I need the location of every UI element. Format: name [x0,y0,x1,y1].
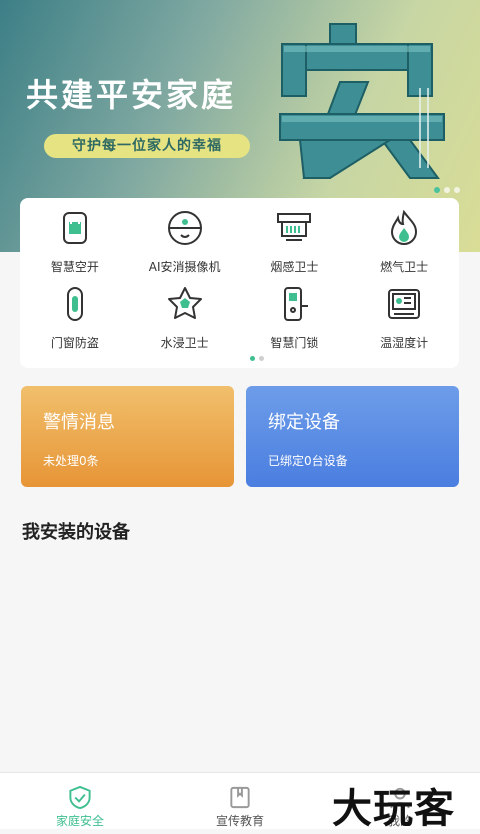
device-label: 烟感卫士 [270,260,319,274]
bind-device-card[interactable]: 绑定设备 已绑定0台设备 [246,386,459,487]
device-item-smart-lock[interactable]: 智慧门锁 [240,282,350,354]
alarm-card-title: 警情消息 [43,412,115,433]
tab-label: 家庭安全 [55,814,104,828]
grid-page-dot [259,356,264,361]
banner-illustration [279,23,445,179]
bind-card-subtitle: 已绑定0台设备 [268,454,348,468]
device-grid-pager [250,356,264,361]
device-item-ai-camera[interactable]: AI安消摄像机 [130,206,240,278]
banner-slogan: 守护每一位家人的幸福 [44,134,250,158]
device-item-smoke[interactable]: 烟感卫士 [240,206,350,278]
device-item-breaker[interactable]: 智慧空开 [20,206,130,278]
tab-home-safety[interactable]: 家庭安全 [20,773,140,829]
shield-check-icon [69,785,91,810]
device-grid: 智慧空开 AI安消摄像机 烟感卫士 燃气卫士 门窗防盗 水浸卫士 智慧门锁 温湿… [20,206,459,354]
smoke-detector-icon [277,213,312,241]
device-label: 水浸卫士 [160,336,209,350]
book-icon [230,786,250,809]
watermark-logo: 大玩客 [332,785,455,832]
device-item-water-leak[interactable]: 水浸卫士 [130,282,240,354]
camera-icon [167,211,202,245]
banner-pager [434,187,460,193]
device-item-gas[interactable]: 燃气卫士 [349,206,459,278]
banner-dot [434,187,440,193]
water-leak-icon [167,287,202,319]
device-label: 智慧空开 [50,260,99,274]
thermo-hygrometer-icon [388,289,421,319]
smart-lock-icon [284,287,309,321]
bind-card-title: 绑定设备 [268,412,340,433]
alarm-messages-card[interactable]: 警情消息 未处理0条 [21,386,234,487]
device-label: 燃气卫士 [380,260,429,274]
door-sensor-icon [66,287,83,321]
banner-title: 共建平安家庭 [26,76,237,114]
device-category-card: 智慧空开 AI安消摄像机 烟感卫士 燃气卫士 门窗防盗 水浸卫士 智慧门锁 温湿… [20,198,459,368]
device-label: 门窗防盗 [50,336,99,350]
breaker-icon [62,212,87,244]
device-label: AI安消摄像机 [148,260,221,274]
tab-label: 宣传教育 [215,814,264,828]
grid-page-dot [250,356,255,361]
installed-devices-title: 我安装的设备 [22,522,130,543]
flame-icon [391,209,418,245]
device-item-thermo[interactable]: 温湿度计 [349,282,459,354]
device-item-door-window[interactable]: 门窗防盗 [20,282,130,354]
device-label: 温湿度计 [380,336,429,350]
banner-dot [444,187,450,193]
banner-dot [454,187,460,193]
alarm-card-subtitle: 未处理0条 [43,454,99,468]
tab-education[interactable]: 宣传教育 [180,773,300,829]
device-label: 智慧门锁 [270,336,319,350]
